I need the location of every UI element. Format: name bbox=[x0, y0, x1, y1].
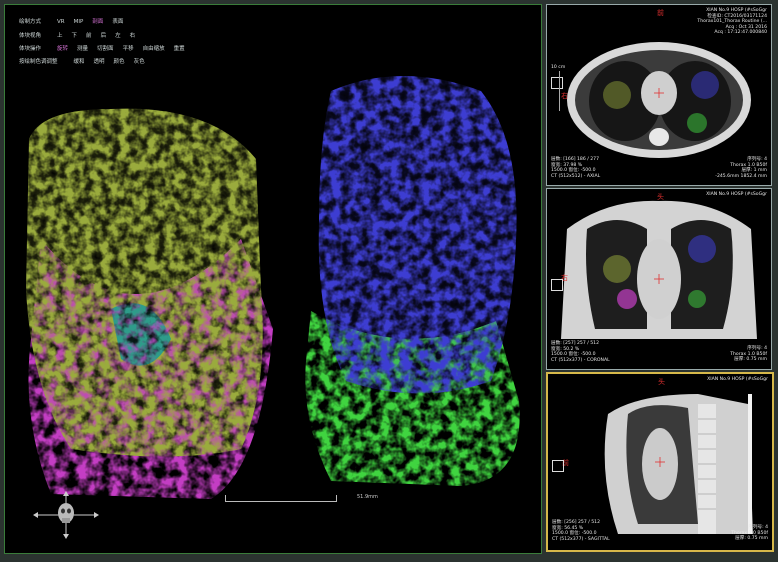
menu-item[interactable]: MIP bbox=[74, 19, 84, 25]
sagittal-view-panel[interactable]: 头 前 XIAN No.9 HOSP (#sSoGgr 层数: [256] 25… bbox=[546, 372, 774, 552]
bottom-right-info: 序列号: 4 Thorax 1.0 B50f 层厚: 0.75 mm bbox=[730, 346, 767, 363]
bottom-left-info: 层数: [257] 257 / 512 窗宽: 50.2 % 1500.0 窗位:… bbox=[551, 341, 610, 363]
axial-view-panel[interactable]: 前 右 10 cm XIAN No.9 HOSP (#sSoGgr 检查ID: C… bbox=[546, 4, 772, 186]
top-right-info: XIAN No.9 HOSP (#sSoGgr 检查ID: CT2016/0317… bbox=[697, 8, 767, 36]
menu-item[interactable]: VR bbox=[57, 19, 65, 25]
top-right-info: XIAN No.9 HOSP (#sSoGgr bbox=[706, 192, 767, 197]
menu-item[interactable]: 重置 bbox=[174, 46, 185, 52]
menu-item[interactable]: 缓和 bbox=[74, 59, 85, 65]
menu-row-label: 绘制方式 bbox=[19, 19, 42, 25]
color-adjust-menu: 按绘制色调调整 缓和 透明 颜色 灰色 bbox=[19, 57, 154, 65]
volume-render-viewport[interactable]: 绘制方式 VR MIP 剖面 表面 体块视角 上 下 前 后 左 右 体块操作 旋转 测量 切割面 平移 自由… bbox=[4, 4, 542, 554]
orientation-head-widget[interactable] bbox=[31, 491, 101, 539]
bottom-right-info: 序列号: 4 Thorax 1.0 B50f 层厚: 0.75 mm bbox=[731, 525, 768, 542]
menu-item[interactable]: 下 bbox=[72, 33, 78, 39]
menu-row-label: 体块操作 bbox=[19, 46, 42, 52]
menu-item[interactable]: 灰色 bbox=[134, 59, 145, 65]
orientation-top-label: 头 bbox=[657, 193, 664, 201]
menu-item[interactable]: 左 bbox=[115, 33, 121, 39]
menu-item[interactable]: 上 bbox=[57, 33, 63, 39]
menu-item[interactable]: 后 bbox=[101, 33, 107, 39]
menu-item[interactable]: 透明 bbox=[94, 59, 105, 65]
view-direction-menu: 体块视角 上 下 前 后 左 右 bbox=[19, 31, 144, 39]
volume-operation-menu: 体块操作 旋转 测量 切割面 平移 自由缩放 重置 bbox=[19, 44, 194, 52]
menu-item[interactable]: 表面 bbox=[112, 19, 123, 25]
menu-item[interactable]: 测量 bbox=[77, 46, 88, 52]
menu-row-label: 体块视角 bbox=[19, 33, 42, 39]
view-toggle-box[interactable] bbox=[551, 279, 563, 291]
render-mode-menu: 绘制方式 VR MIP 剖面 表面 bbox=[19, 17, 132, 25]
orientation-top-label: 前 bbox=[657, 9, 664, 17]
vertical-ruler bbox=[559, 71, 560, 111]
scale-label: 10 cm bbox=[551, 65, 566, 70]
view-toggle-box[interactable] bbox=[552, 460, 564, 472]
menu-item[interactable]: 自由缩放 bbox=[143, 46, 165, 52]
left-lung-render bbox=[26, 108, 273, 499]
menu-item[interactable]: 平移 bbox=[123, 46, 134, 52]
bottom-left-info: 层数: [166] 186 / 277 窗宽: 37.98 % 1500.0 窗位… bbox=[551, 157, 601, 179]
menu-row-label: 按绘制色调调整 bbox=[19, 59, 58, 65]
scale-bar-label: 51.9mm bbox=[357, 494, 378, 500]
application-window: 绘制方式 VR MIP 剖面 表面 体块视角上下前后左右 体块操作 旋转 测量 切割面 平移 自由… bbox=[0, 0, 778, 562]
menu-item[interactable]: 右 bbox=[130, 33, 136, 39]
scale-bar bbox=[225, 495, 337, 502]
menu-item[interactable]: 颜色 bbox=[114, 59, 125, 65]
coronal-view-panel[interactable]: 头 右 XIAN No.9 HOSP (#sSoGgr 层数: [257] 25… bbox=[546, 188, 772, 370]
bottom-left-info: 层数: [256] 257 / 512 窗宽: 56.45 % 1500.0 窗位… bbox=[552, 520, 610, 542]
top-right-info: XIAN No.9 HOSP (#sSoGgr bbox=[707, 377, 768, 382]
view-toggle-box[interactable] bbox=[551, 77, 563, 89]
right-lung-render bbox=[305, 76, 520, 486]
orientation-left-label: 右 bbox=[561, 92, 568, 100]
orientation-top-label: 头 bbox=[658, 378, 665, 386]
menu-item[interactable]: 切割面 bbox=[97, 46, 114, 52]
menu-item[interactable]: 前 bbox=[86, 33, 92, 39]
bottom-right-info: 序列号: 4 Thorax 1.0 B50f 层厚: 1 mm -245.6mm 18… bbox=[715, 157, 767, 179]
menu-item[interactable]: 剖面 bbox=[92, 19, 103, 25]
menu-item[interactable]: 旋转 bbox=[57, 46, 68, 52]
